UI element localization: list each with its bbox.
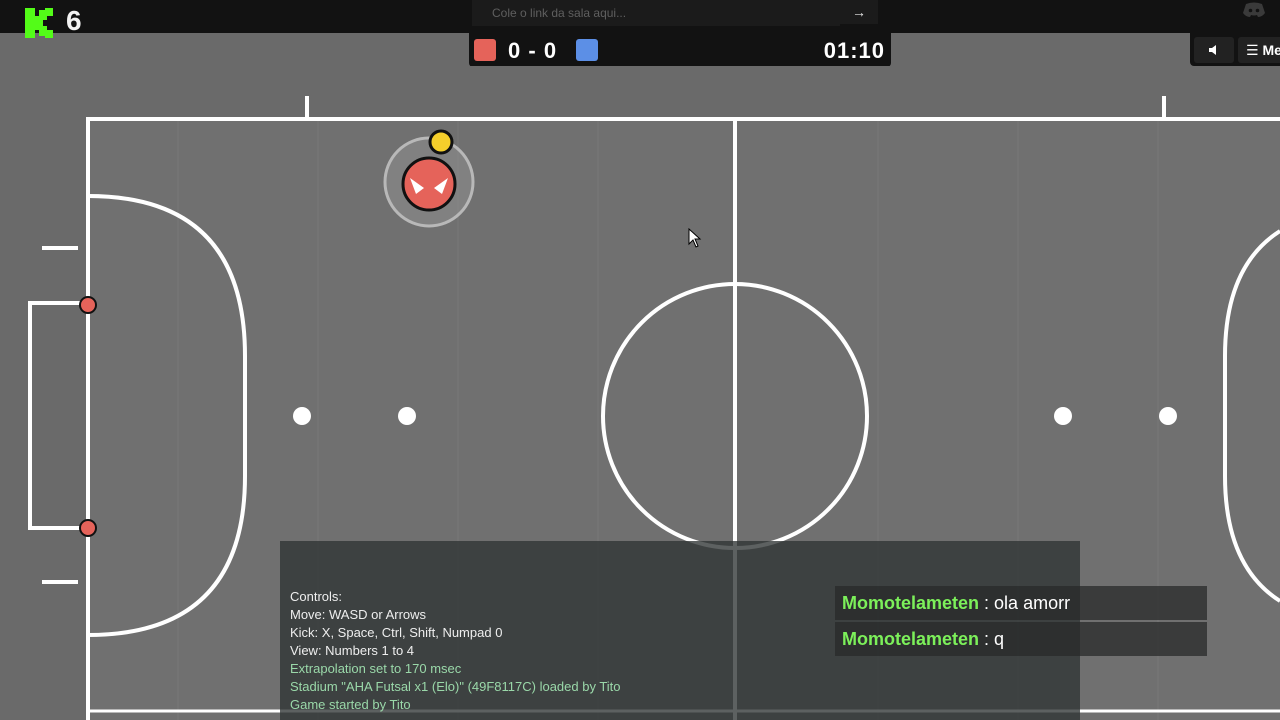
chat-message: Momotelameten : q — [835, 622, 1207, 656]
console-line: Kick: X, Space, Ctrl, Shift, Numpad 0 — [290, 625, 503, 640]
chat-text: ola amorr — [994, 593, 1071, 613]
discord-icon[interactable] — [1242, 2, 1266, 18]
viewer-count: 6 — [66, 5, 82, 36]
console-line: Move: WASD or Arrows — [290, 607, 427, 622]
chat-text: q — [994, 629, 1005, 649]
scoreboard: 0 - 0 01:10 — [469, 33, 891, 67]
top-bar: 6 → — [0, 0, 1280, 38]
blue-team-swatch — [576, 39, 598, 61]
red-team-swatch — [474, 39, 496, 61]
k-logo-icon — [25, 8, 53, 38]
blue-score: 0 — [543, 38, 558, 63]
game-controls: ☰ Menu — [1190, 33, 1280, 66]
menu-button[interactable]: ☰ Menu — [1238, 37, 1280, 63]
go-button[interactable]: → — [840, 0, 878, 24]
console-line: Stadium "AHA Futsal x1 (Elo)" (49F8117C)… — [290, 679, 621, 694]
console-line: Controls: — [290, 589, 343, 604]
chat-separator: : — [979, 629, 995, 649]
match-timer: 01:10 — [823, 38, 885, 63]
penalty-spot-right-2 — [1159, 407, 1177, 425]
goal-post-bottom — [79, 519, 97, 537]
red-score: 0 — [508, 38, 522, 63]
chat-author: Momotelameten — [842, 593, 980, 613]
volume-button[interactable] — [1194, 37, 1234, 63]
console-line: Extrapolation set to 170 msec — [290, 661, 462, 676]
console-line: Game started by Tito — [290, 697, 411, 712]
chat-message: Momotelameten : ola amorr — [835, 586, 1207, 620]
penalty-spot-right-1 — [1054, 407, 1072, 425]
goal-post-top — [79, 296, 97, 314]
console-line: View: Numbers 1 to 4 — [290, 643, 415, 658]
mouse-cursor-icon — [688, 228, 702, 248]
penalty-spot-left-1 — [293, 407, 311, 425]
score: 0 - 0 — [508, 38, 557, 64]
chat-separator: : — [979, 593, 995, 613]
room-link-input[interactable] — [472, 0, 840, 26]
red-player — [383, 136, 475, 228]
penalty-spot-left-2 — [398, 407, 416, 425]
chat-overlay: Momotelameten : ola amorr Momotelameten … — [835, 586, 1207, 658]
ball — [428, 129, 454, 155]
score-separator: - — [528, 38, 537, 63]
chat-author: Momotelameten — [842, 629, 980, 649]
speaker-icon — [1209, 45, 1216, 55]
